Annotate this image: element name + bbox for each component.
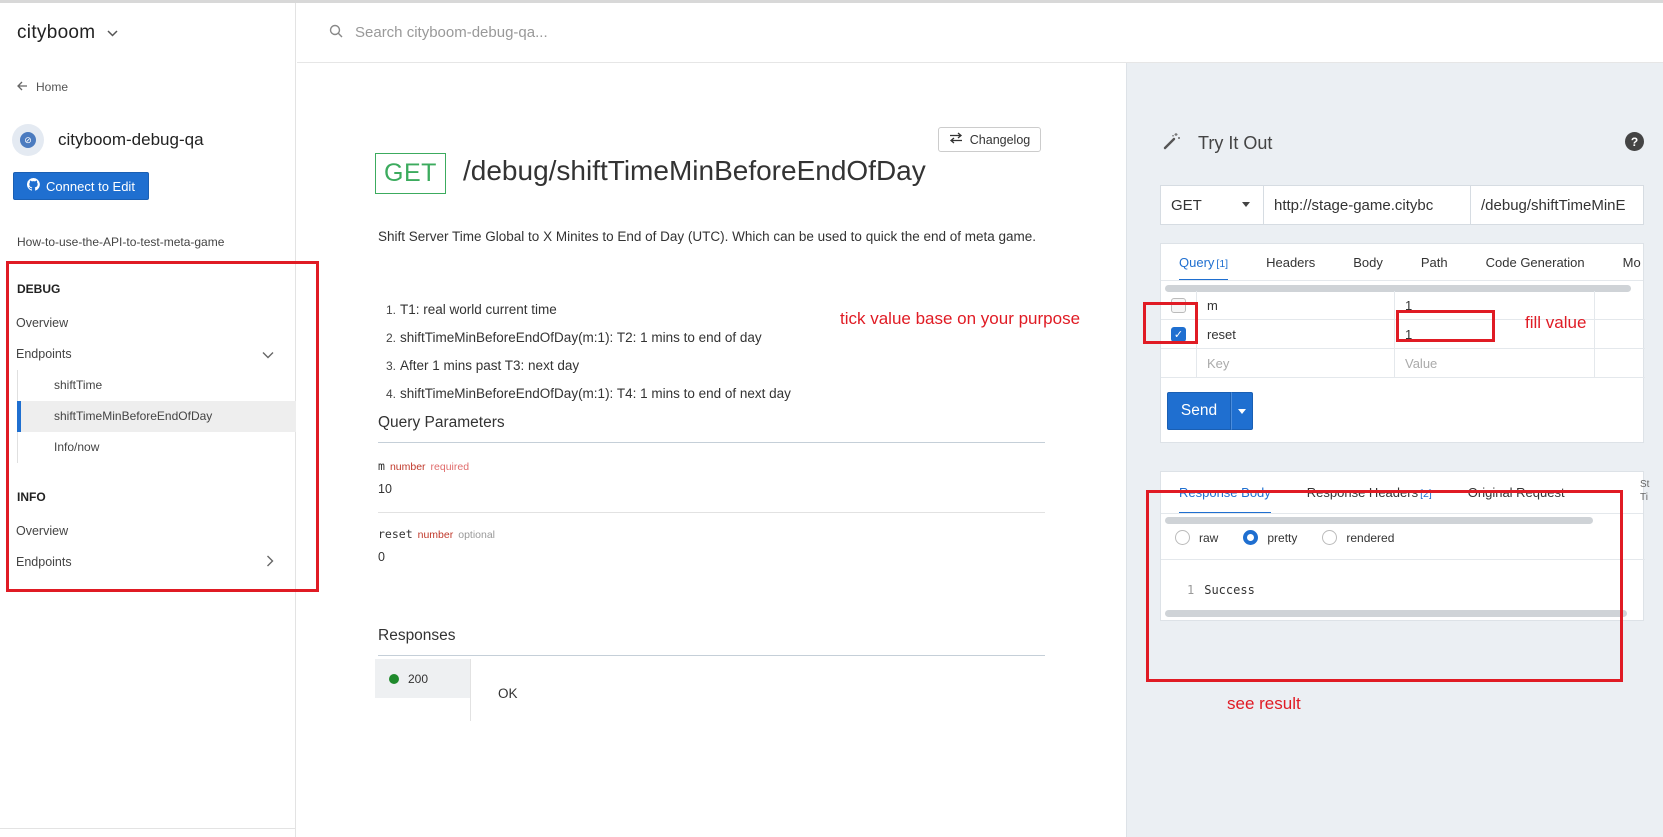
send-options-button[interactable]	[1231, 392, 1253, 430]
list-item: 1. T1: real world current time	[386, 302, 557, 317]
divider	[470, 659, 471, 721]
changelog-button[interactable]: Changelog	[938, 127, 1041, 152]
swap-arrows-icon	[949, 132, 963, 147]
sidebar-footer-divider	[0, 828, 296, 829]
home-link[interactable]: Home	[17, 80, 68, 94]
github-icon	[27, 178, 40, 194]
param-value: 10	[378, 482, 392, 496]
chevron-down-icon	[107, 26, 118, 40]
send-button[interactable]: Send	[1167, 392, 1231, 430]
try-it-out-title: Try It Out	[1198, 133, 1273, 153]
doc-link[interactable]: How-to-use-the-API-to-test-meta-game	[17, 235, 224, 249]
new-key-input[interactable]: Key	[1197, 349, 1395, 377]
query-parameters-heading: Query Parameters	[378, 414, 1045, 443]
project-logo-icon: ⊘	[12, 124, 44, 156]
annotation-fill-note: fill value	[1525, 313, 1587, 332]
method-select-value: GET	[1171, 196, 1202, 214]
annotation-box-sidebar	[6, 261, 319, 592]
project-name: cityboom-debug-qa	[58, 130, 204, 149]
endpoint-description: Shift Server Time Global to X Minites to…	[378, 229, 1037, 244]
table-row: Key Value	[1161, 349, 1645, 378]
annotation-tick-note: tick value base on your purpose	[840, 309, 1081, 328]
query-enable-cell	[1161, 349, 1197, 377]
endpoint-path: /debug/shiftTimeMinBeforeEndOfDay	[463, 155, 926, 186]
list-item: 4. shiftTimeMinBeforeEndOfDay(m:1): T4: 1…	[386, 386, 791, 401]
list-item: 3. After 1 mins past T3: next day	[386, 358, 580, 373]
param-row: reset number optional 0	[378, 526, 1045, 578]
tab-query[interactable]: Query [1]	[1179, 244, 1229, 280]
base-url-field[interactable]: http://stage-game.citybc	[1264, 186, 1471, 224]
annotation-box-response	[1146, 490, 1623, 682]
param-name: m	[378, 459, 385, 473]
caret-down-icon	[1242, 202, 1250, 207]
response-code: 200	[408, 671, 429, 686]
request-card: Query [1] Headers Body Path Code Generati…	[1160, 243, 1645, 443]
try-it-out-panel: Try It Out ? GET http://stage-game.cityb…	[1126, 63, 1663, 837]
project-header: ⊘ cityboom-debug-qa	[12, 124, 204, 156]
tab-headers[interactable]: Headers	[1266, 244, 1315, 280]
new-value-input[interactable]: Value	[1395, 349, 1595, 377]
request-path-field[interactable]: /debug/shiftTimeMinE	[1471, 186, 1643, 224]
tab-code-generation[interactable]: Code Generation	[1486, 244, 1585, 280]
request-bar: GET http://stage-game.citybc /debug/shif…	[1160, 185, 1644, 225]
query-key-field[interactable]: m	[1197, 291, 1395, 319]
arrow-left-icon	[17, 80, 28, 94]
param-row: m number required 10	[378, 458, 1045, 513]
http-method-badge: GET	[375, 153, 446, 194]
workspace-switcher[interactable]: cityboom	[17, 22, 118, 44]
responses-heading: Responses	[378, 627, 1045, 656]
param-type: number	[417, 529, 454, 541]
method-select[interactable]: GET	[1161, 186, 1264, 224]
send-button-group: Send	[1167, 392, 1253, 430]
param-name: reset	[378, 527, 413, 541]
connect-to-edit-button[interactable]: Connect to Edit	[13, 172, 149, 200]
list-item: 2. shiftTimeMinBeforeEndOfDay(m:1): T2: 1…	[386, 330, 762, 345]
param-required-badge: required	[430, 461, 470, 473]
response-code-tab[interactable]: 200	[375, 659, 470, 698]
caret-down-icon	[1238, 408, 1246, 414]
search-bar[interactable]: Search cityboom-debug-qa...	[297, 3, 1663, 63]
annotation-result-note: see result	[1227, 694, 1301, 713]
query-key-field[interactable]: reset	[1197, 320, 1395, 348]
home-label: Home	[36, 80, 69, 94]
workspace-name: cityboom	[17, 22, 96, 43]
tab-body[interactable]: Body	[1353, 244, 1383, 280]
steps-list: 1. T1: real world current time 2. shiftTim…	[378, 296, 791, 408]
search-icon	[329, 24, 343, 42]
annotation-box-value	[1396, 310, 1495, 342]
annotation-box-checkbox	[1143, 302, 1198, 344]
status-dot-icon	[389, 673, 399, 684]
response-row: 200 OK	[375, 659, 1045, 721]
response-description: OK	[498, 686, 518, 701]
tab-path[interactable]: Path	[1421, 244, 1448, 280]
request-tabs: Query [1] Headers Body Path Code Generati…	[1161, 244, 1643, 281]
try-it-out-header: Try It Out	[1162, 131, 1272, 156]
magic-wand-icon	[1162, 131, 1182, 156]
param-optional-badge: optional	[458, 529, 496, 541]
endpoint-doc: Changelog GET /debug/shiftTimeMinBeforeE…	[297, 63, 1126, 837]
param-value: 0	[378, 550, 385, 564]
help-icon[interactable]: ?	[1625, 132, 1644, 151]
search-input[interactable]: Search cityboom-debug-qa...	[355, 24, 548, 41]
connect-to-edit-label: Connect to Edit	[46, 178, 135, 194]
tab-truncated[interactable]: St Ti	[1640, 478, 1649, 504]
changelog-label: Changelog	[969, 132, 1031, 147]
tab-more[interactable]: Mo	[1623, 244, 1641, 280]
param-type: number	[389, 461, 426, 473]
